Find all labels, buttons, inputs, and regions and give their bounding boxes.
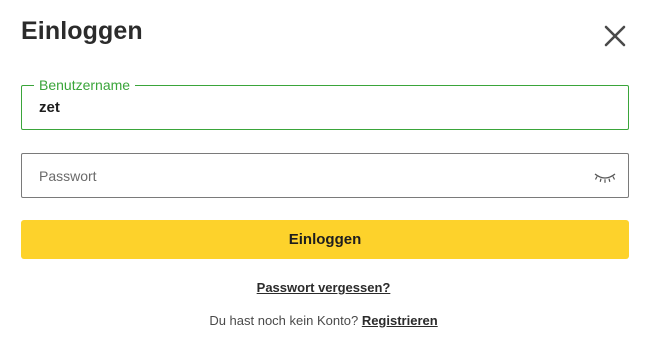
- close-button[interactable]: [601, 22, 629, 50]
- forgot-password-link[interactable]: Passwort vergessen?: [257, 280, 391, 295]
- login-dialog: Einloggen Benutzername zet Passwort Einl…: [0, 0, 647, 355]
- register-row: Du hast noch kein Konto? Registrieren: [0, 313, 647, 328]
- username-value: zet: [39, 99, 60, 116]
- username-field[interactable]: Benutzername zet: [21, 77, 629, 130]
- forgot-password-row: Passwort vergessen?: [0, 280, 647, 295]
- dialog-title: Einloggen: [21, 17, 143, 45]
- password-field[interactable]: Passwort: [21, 153, 629, 198]
- register-link[interactable]: Registrieren: [362, 313, 438, 328]
- register-prompt: Du hast noch kein Konto?: [209, 313, 362, 328]
- toggle-password-visibility-button[interactable]: [593, 169, 617, 185]
- close-icon: [604, 25, 626, 47]
- eye-closed-icon: [594, 173, 616, 183]
- username-label: Benutzername: [34, 77, 136, 93]
- password-placeholder: Passwort: [39, 168, 97, 184]
- login-button[interactable]: Einloggen: [21, 220, 629, 259]
